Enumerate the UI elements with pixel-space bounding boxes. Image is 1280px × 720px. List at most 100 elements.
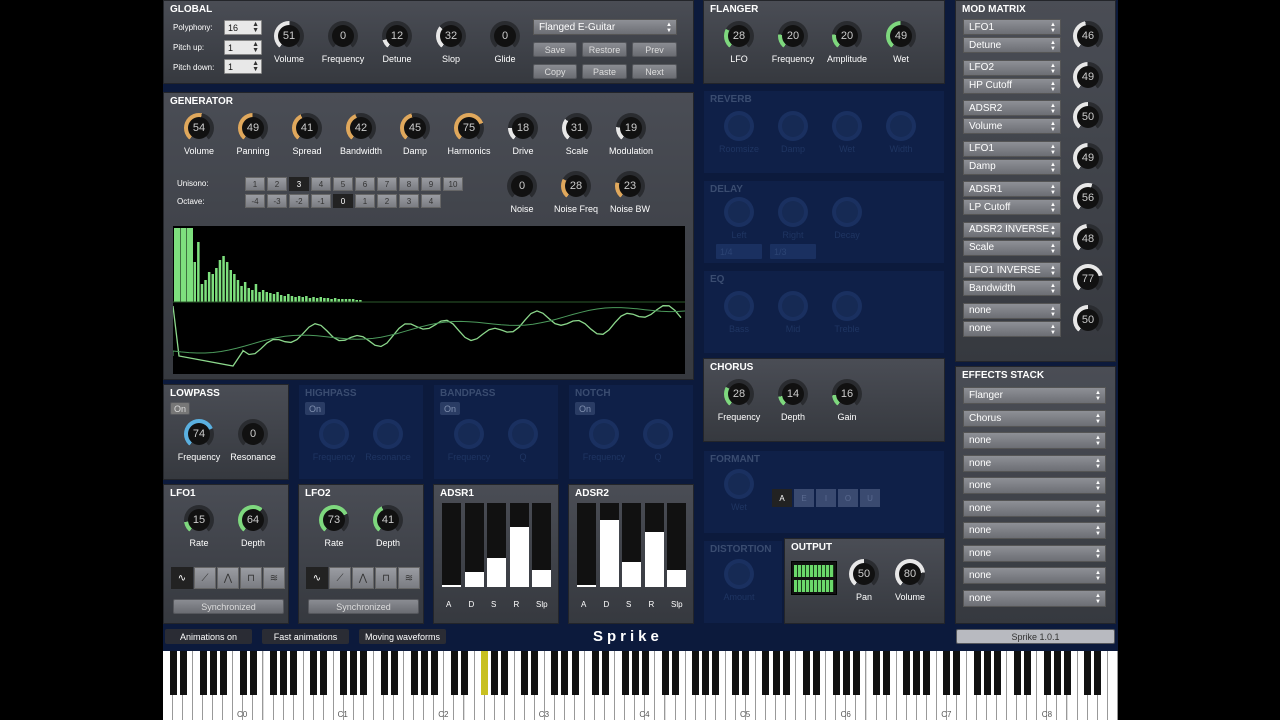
black-key[interactable] xyxy=(1094,651,1102,695)
knob-dial[interactable]: 23 xyxy=(615,171,645,201)
unison-6-button[interactable]: 6 xyxy=(355,177,375,191)
black-key[interactable] xyxy=(621,651,629,695)
black-key[interactable] xyxy=(360,651,368,695)
black-key[interactable] xyxy=(501,651,509,695)
formant-e-button[interactable]: E xyxy=(794,489,814,507)
adsr2-slider-d[interactable] xyxy=(599,503,619,587)
black-key[interactable] xyxy=(883,651,891,695)
mod-dest-select[interactable]: Scale ▲ ▼ xyxy=(963,239,1061,256)
mod-dest-select[interactable]: LP Cutoff ▲ ▼ xyxy=(963,199,1061,215)
black-key[interactable] xyxy=(280,651,288,695)
octave-1-button[interactable]: 1 xyxy=(355,194,375,208)
black-key[interactable] xyxy=(661,651,669,695)
bandpass-on-toggle[interactable]: On xyxy=(440,402,460,415)
mod-source-select[interactable]: LFO1 ▲ ▼ xyxy=(963,19,1061,35)
knob-dial[interactable]: 42 xyxy=(346,113,376,143)
mod-source-select[interactable]: LFO2 ▲ ▼ xyxy=(963,59,1061,76)
knob-frequency[interactable]: Frequency xyxy=(577,419,631,462)
black-key[interactable] xyxy=(993,651,1001,695)
black-key[interactable] xyxy=(491,651,499,695)
knob-noise-bw[interactable]: 23 Noise BW xyxy=(603,171,657,214)
black-key[interactable] xyxy=(832,651,840,695)
black-key[interactable] xyxy=(953,651,961,695)
mod-dest-select[interactable]: Detune ▲ ▼ xyxy=(963,37,1061,53)
knob-dial[interactable]: 19 xyxy=(616,113,646,143)
black-key[interactable] xyxy=(320,651,328,695)
knob-depth[interactable]: 14 Depth xyxy=(766,379,820,422)
knob-dial[interactable]: 32 xyxy=(436,21,466,51)
knob-dial[interactable]: 54 xyxy=(184,113,214,143)
adsr2-slider-s[interactable] xyxy=(622,503,641,587)
mod-source-select[interactable]: none ▲ ▼ xyxy=(963,302,1061,319)
pitchdown-spinner[interactable]: 1 ▲ ▼ xyxy=(224,59,262,74)
black-key[interactable] xyxy=(450,651,458,695)
knob-dial[interactable] xyxy=(832,291,862,321)
knob-detune[interactable]: 12 Detune xyxy=(370,21,424,64)
knob-dial[interactable]: 28 xyxy=(724,21,754,51)
saw-wave-icon[interactable]: ⟋ xyxy=(329,567,351,589)
knob-resonance[interactable]: Resonance xyxy=(361,419,415,462)
black-key[interactable] xyxy=(410,651,418,695)
black-key[interactable] xyxy=(290,651,298,695)
knob-dial[interactable]: 51 xyxy=(274,21,304,51)
black-key[interactable] xyxy=(1063,651,1071,695)
knob-dial[interactable]: 80 xyxy=(895,559,925,589)
adsr1-slider-a[interactable] xyxy=(442,503,461,587)
random-wave-icon[interactable]: ≋ xyxy=(398,567,420,589)
next-button[interactable]: Next xyxy=(632,64,677,79)
black-key[interactable] xyxy=(601,651,609,695)
black-key[interactable] xyxy=(631,651,639,695)
black-key[interactable] xyxy=(762,651,770,695)
adsr2-slider-a[interactable] xyxy=(577,503,596,587)
effect-slot-select[interactable]: none ▲ ▼ xyxy=(963,544,1106,562)
black-key[interactable] xyxy=(239,651,247,695)
mod-amount-knob[interactable]: 48 xyxy=(1061,223,1115,254)
black-key[interactable] xyxy=(692,651,700,695)
knob-dial[interactable] xyxy=(724,559,754,589)
effect-slot-select[interactable]: none ▲ ▼ xyxy=(963,522,1106,539)
lowpass-on-toggle[interactable]: On xyxy=(170,402,190,415)
knob-dial[interactable]: 49 xyxy=(1073,61,1103,92)
knob-dial[interactable]: 0 xyxy=(507,171,537,201)
sine-wave-icon[interactable]: ∿ xyxy=(306,567,328,589)
knob-dial[interactable]: 41 xyxy=(373,505,403,535)
adsr1-slider-r[interactable] xyxy=(509,503,529,587)
mod-dest-select[interactable]: HP Cutoff ▲ ▼ xyxy=(963,77,1061,94)
knob-dial[interactable] xyxy=(724,197,754,227)
knob-frequency[interactable]: 0 Frequency xyxy=(316,21,370,64)
knob-dial[interactable]: 64 xyxy=(238,505,268,535)
unison-5-button[interactable]: 5 xyxy=(333,177,353,191)
knob-dial[interactable]: 14 xyxy=(778,379,808,409)
black-key[interactable] xyxy=(169,651,177,695)
knob-dial[interactable]: 0 xyxy=(238,419,268,449)
black-key[interactable] xyxy=(923,651,931,695)
knob-width[interactable]: Width xyxy=(874,111,928,154)
lfo2-sync-button[interactable]: Synchronized xyxy=(308,599,419,614)
mod-dest-select[interactable]: Volume ▲ ▼ xyxy=(963,118,1061,134)
knob-dial[interactable] xyxy=(778,197,808,227)
knob-dial[interactable]: 77 xyxy=(1073,264,1103,294)
mod-amount-knob[interactable]: 77 xyxy=(1061,264,1115,294)
knob-dial[interactable] xyxy=(589,419,619,449)
moving-waveforms-toggle[interactable]: Moving waveforms xyxy=(359,629,446,644)
version-button[interactable]: Sprike 1.0.1 xyxy=(956,629,1115,644)
black-key[interactable] xyxy=(219,651,227,695)
adsr1-slider-d[interactable] xyxy=(464,503,484,587)
mod-source-select[interactable]: LFO1 ▲ ▼ xyxy=(963,140,1061,157)
black-key[interactable] xyxy=(340,651,348,695)
knob-depth[interactable]: 64 Depth xyxy=(226,505,280,548)
knob-volume[interactable]: 54 Volume xyxy=(172,113,226,156)
knob-spread[interactable]: 41 Spread xyxy=(280,113,334,156)
black-key[interactable] xyxy=(270,651,277,695)
square-wave-icon[interactable]: ⊓ xyxy=(240,567,262,589)
knob-drive[interactable]: 18 Drive xyxy=(496,113,550,156)
knob-dial[interactable] xyxy=(724,469,754,499)
black-key[interactable] xyxy=(852,651,860,695)
knob-dial[interactable] xyxy=(724,111,754,141)
knob-bass[interactable]: Bass xyxy=(712,291,766,334)
unison-2-button[interactable]: 2 xyxy=(267,177,287,191)
black-key[interactable] xyxy=(209,651,217,695)
black-key[interactable] xyxy=(712,651,720,695)
knob-dial[interactable]: 18 xyxy=(508,113,538,143)
knob-damp[interactable]: Damp xyxy=(766,111,820,154)
